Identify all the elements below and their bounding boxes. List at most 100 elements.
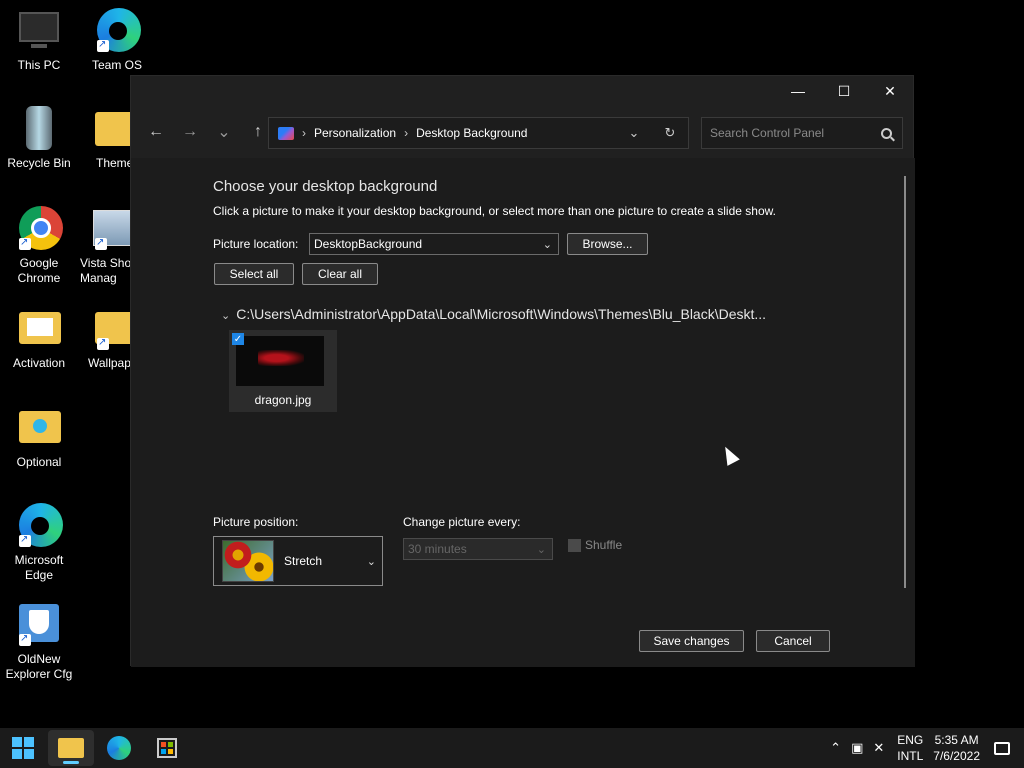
dragon-logo-icon	[258, 350, 304, 366]
desktop-icon-label: Theme	[96, 156, 133, 170]
language-code: ENG	[897, 733, 924, 747]
desktop-icon-theme[interactable]: Theme	[77, 106, 133, 171]
notification-icon[interactable]	[994, 741, 1010, 755]
clock-date: 7/6/2022	[933, 749, 980, 763]
breadcrumb-personalization[interactable]: Personalization	[314, 126, 396, 140]
forward-button[interactable]: →	[173, 116, 207, 148]
navigation-bar: ← → ⌄ ↑ › Personalization › Desktop Back…	[131, 106, 913, 158]
store-icon	[157, 738, 177, 758]
shortcut-arrow-icon	[95, 235, 107, 250]
desktop-icon-wallpaper[interactable]: Wallpap	[77, 306, 133, 371]
desktop-icon-activation[interactable]: Activation	[0, 306, 79, 371]
select-all-button[interactable]: Select all	[214, 263, 294, 285]
refresh-button[interactable]: ↻	[652, 125, 688, 141]
shuffle-label: Shuffle	[585, 538, 623, 552]
back-button[interactable]: ←	[139, 116, 173, 148]
shield-icon	[17, 602, 61, 646]
folder-icon	[17, 405, 61, 449]
edge-icon	[107, 736, 131, 760]
edge-icon	[95, 8, 141, 52]
desktop-icon-vista-shortcut-manager[interactable]: Vista Sho Manag	[77, 206, 133, 286]
address-bar[interactable]: › Personalization › Desktop Background ⌄…	[268, 117, 689, 149]
desktop-icon-team-os[interactable]: Team OS	[77, 8, 157, 73]
folder-icon	[95, 306, 133, 350]
picture-position-label: Picture position:	[213, 515, 299, 529]
desktop-icon-google-chrome[interactable]: Google Chrome	[0, 206, 79, 286]
maximize-button[interactable]: ☐	[821, 76, 867, 106]
page-title: Choose your desktop background	[213, 178, 438, 195]
chevron-down-icon: ⌄	[536, 543, 546, 556]
breadcrumb-separator: ›	[404, 126, 409, 140]
recent-locations-button[interactable]: ⌄	[207, 116, 241, 148]
shortcut-arrow-icon	[19, 532, 31, 547]
picture-location-select[interactable]: DesktopBackground ⌄	[309, 233, 559, 255]
start-button[interactable]	[0, 730, 46, 766]
desktop-icon-label: Wallpap	[88, 356, 131, 370]
picture-location-value: DesktopBackground	[314, 237, 423, 251]
search-input[interactable]	[710, 126, 870, 140]
chevron-down-icon: ⌄	[221, 310, 231, 322]
desktop-icon-label: Team OS	[91, 58, 142, 72]
thumbnail-label: dragon.jpg	[254, 393, 312, 407]
taskbar: ⌃ ▣ ✕ ENG INTL 5:35 AM 7/6/2022	[0, 728, 1024, 768]
vertical-scrollbar[interactable]	[904, 176, 906, 588]
change-interval-select: 30 minutes ⌄	[403, 538, 553, 560]
app-window-icon	[93, 206, 133, 250]
folder-group-header[interactable]: ⌄ C:\Users\Administrator\AppData\Local\Mi…	[221, 306, 766, 322]
clock[interactable]: 5:35 AM 7/6/2022	[933, 732, 980, 764]
desktop-icon-label: This PC	[17, 58, 61, 72]
change-interval-value: 30 minutes	[408, 542, 467, 556]
wallpaper-thumbnail[interactable]: ✓ dragon.jpg	[229, 330, 337, 412]
desktop-icon-label: Vista Sho Manag	[80, 256, 132, 285]
desktop-icon-label: Optional	[16, 455, 62, 469]
desktop-icon-microsoft-edge[interactable]: Microsoft Edge	[0, 503, 79, 583]
chevron-up-icon[interactable]: ⌃	[830, 740, 841, 756]
title-bar: — ☐ ✕	[131, 76, 913, 106]
folder-path: C:\Users\Administrator\AppData\Local\Mic…	[236, 306, 767, 322]
folder-icon	[17, 306, 61, 350]
volume-muted-icon[interactable]: ✕	[873, 740, 884, 756]
shortcut-arrow-icon	[19, 235, 31, 250]
cancel-button[interactable]: Cancel	[756, 630, 830, 652]
taskbar-store[interactable]	[144, 730, 190, 766]
taskbar-file-explorer[interactable]	[48, 730, 94, 766]
browse-button[interactable]: Browse...	[567, 233, 648, 255]
change-picture-label: Change picture every:	[403, 515, 521, 529]
close-button[interactable]: ✕	[867, 76, 913, 106]
shuffle-checkbox: Shuffle	[568, 538, 622, 552]
desktop-icon-label: Microsoft Edge	[14, 553, 64, 582]
desktop-icon-optional[interactable]: Optional	[0, 405, 79, 470]
clear-all-button[interactable]: Clear all	[302, 263, 378, 285]
breadcrumb-desktop-background[interactable]: Desktop Background	[416, 126, 527, 140]
desktop-icon-label: OldNew Explorer Cfg	[5, 652, 73, 681]
search-box[interactable]	[701, 117, 903, 149]
folder-icon	[95, 106, 133, 150]
desktop-icon-label: Google Chrome	[17, 256, 61, 285]
system-tray: ⌃ ▣ ✕ ENG INTL 5:35 AM 7/6/2022	[825, 732, 1024, 764]
desktop-icon-recycle-bin[interactable]: Recycle Bin	[0, 106, 79, 171]
desktop-icon-oldnew-explorer-cfg[interactable]: OldNew Explorer Cfg	[0, 602, 79, 682]
shortcut-arrow-icon	[97, 335, 109, 350]
language-indicator[interactable]: ENG INTL	[897, 732, 923, 764]
minimize-button[interactable]: —	[775, 76, 821, 106]
search-icon[interactable]	[881, 127, 892, 139]
breadcrumb-separator: ›	[302, 126, 306, 140]
desktop-icon-label: Activation	[12, 356, 66, 370]
recycle-bin-icon	[17, 106, 61, 150]
content-area: Choose your desktop background Click a p…	[131, 158, 915, 667]
shortcut-arrow-icon	[19, 631, 31, 646]
network-icon[interactable]: ▣	[851, 740, 863, 756]
desktop-background-window: — ☐ ✕ ← → ⌄ ↑ › Personalization › Deskto…	[130, 75, 915, 667]
thumbnail-image	[236, 336, 324, 386]
picture-position-select[interactable]: Stretch ⌄	[213, 536, 383, 586]
clock-time: 5:35 AM	[934, 733, 979, 747]
taskbar-edge[interactable]	[96, 730, 142, 766]
control-panel-icon	[278, 126, 294, 140]
desktop-icon-label: Recycle Bin	[7, 156, 71, 170]
keyboard-layout: INTL	[897, 749, 924, 763]
address-dropdown-button[interactable]: ⌄	[616, 125, 652, 141]
thumbnail-checkbox[interactable]: ✓	[232, 333, 244, 345]
flower-preview-icon	[222, 540, 274, 582]
save-changes-button[interactable]: Save changes	[639, 630, 744, 652]
desktop-icon-this-pc[interactable]: This PC	[0, 8, 79, 73]
